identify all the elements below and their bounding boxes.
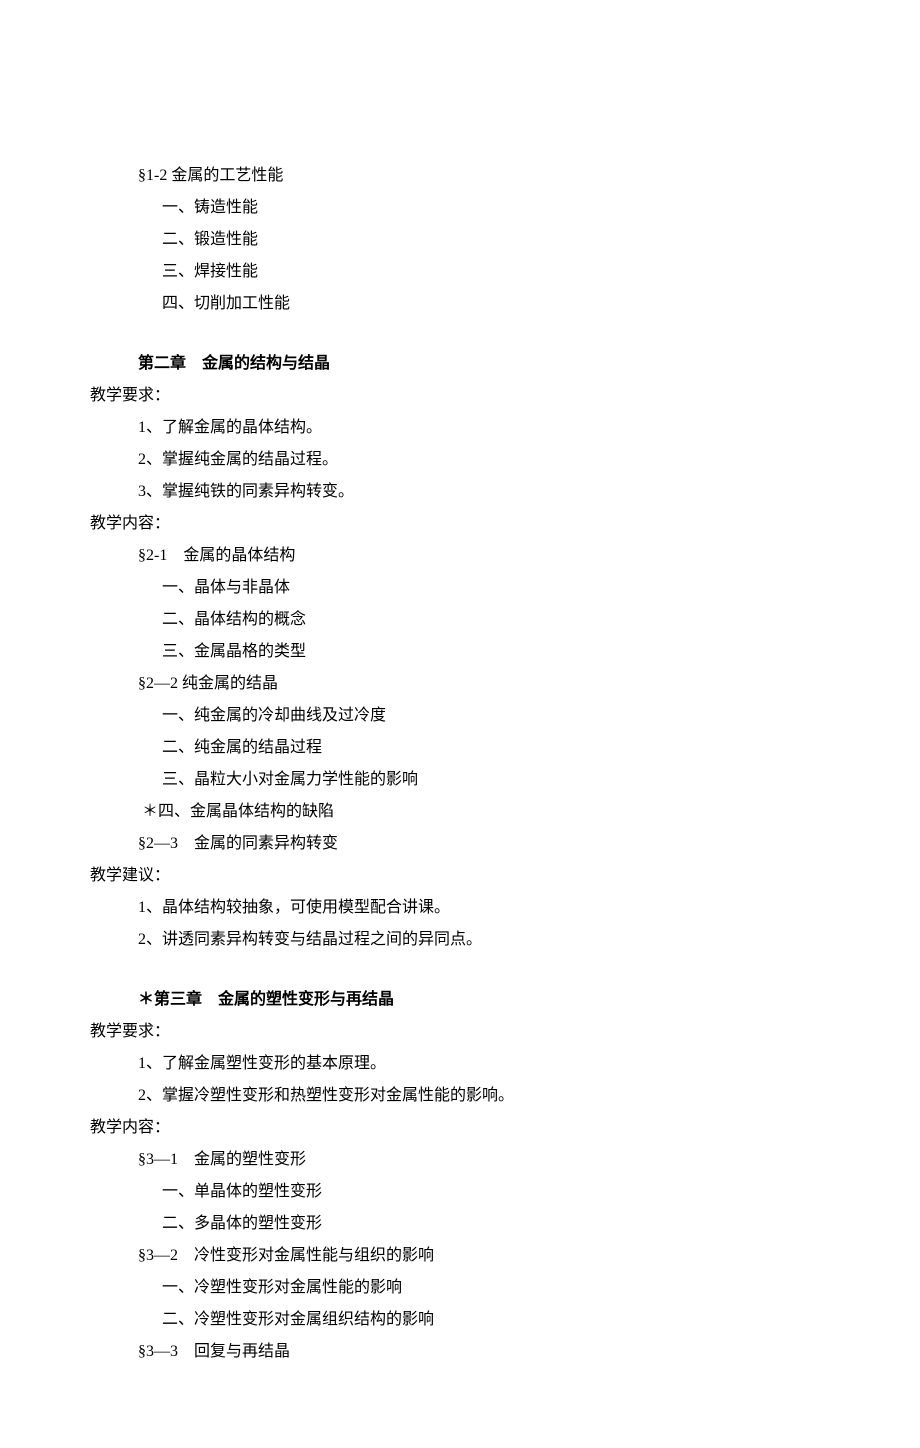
list-item: 2、讲透同素异构转变与结晶过程之间的异同点。 [90, 924, 830, 956]
teaching-suggestions-label: 教学建议： [90, 860, 830, 892]
list-item: 二、冷塑性变形对金属组织结构的影响 [90, 1304, 830, 1336]
chapter-2-title: 第二章 金属的结构与结晶 [90, 348, 830, 380]
section-1-2-heading: §1-2 金属的工艺性能 [90, 160, 830, 192]
list-item: 一、单晶体的塑性变形 [90, 1176, 830, 1208]
list-item: 1、晶体结构较抽象，可使用模型配合讲课。 [90, 892, 830, 924]
list-item: 三、焊接性能 [90, 256, 830, 288]
list-item: 一、铸造性能 [90, 192, 830, 224]
list-item: 2、掌握纯金属的结晶过程。 [90, 444, 830, 476]
section-3-1-heading: §3—1 金属的塑性变形 [90, 1144, 830, 1176]
section-2-1-heading: §2-1 金属的晶体结构 [90, 540, 830, 572]
list-item: 一、晶体与非晶体 [90, 572, 830, 604]
section-2-3-heading: §2—3 金属的同素异构转变 [90, 828, 830, 860]
list-item: 2、掌握冷塑性变形和热塑性变形对金属性能的影响。 [90, 1080, 830, 1112]
list-item: 二、纯金属的结晶过程 [90, 732, 830, 764]
list-item: 一、纯金属的冷却曲线及过冷度 [90, 700, 830, 732]
list-item: 二、晶体结构的概念 [90, 604, 830, 636]
chapter-3-title: ＊第三章 金属的塑性变形与再结晶 [90, 984, 830, 1016]
teaching-requirements-label: 教学要求： [90, 380, 830, 412]
list-item: 二、锻造性能 [90, 224, 830, 256]
list-item: 二、多晶体的塑性变形 [90, 1208, 830, 1240]
section-2-2-heading: §2—2 纯金属的结晶 [90, 668, 830, 700]
teaching-content-label: 教学内容： [90, 1112, 830, 1144]
section-3-3-heading: §3—3 回复与再结晶 [90, 1336, 830, 1368]
teaching-requirements-label: 教学要求： [90, 1016, 830, 1048]
list-item: ＊四、金属晶体结构的缺陷 [90, 796, 830, 828]
list-item: 3、掌握纯铁的同素异构转变。 [90, 476, 830, 508]
list-item: 1、了解金属的晶体结构。 [90, 412, 830, 444]
list-item: 四、切削加工性能 [90, 288, 830, 320]
list-item: 三、晶粒大小对金属力学性能的影响 [90, 764, 830, 796]
list-item: 三、金属晶格的类型 [90, 636, 830, 668]
teaching-content-label: 教学内容： [90, 508, 830, 540]
list-item: 一、冷塑性变形对金属性能的影响 [90, 1272, 830, 1304]
section-3-2-heading: §3—2 冷性变形对金属性能与组织的影响 [90, 1240, 830, 1272]
list-item: 1、了解金属塑性变形的基本原理。 [90, 1048, 830, 1080]
